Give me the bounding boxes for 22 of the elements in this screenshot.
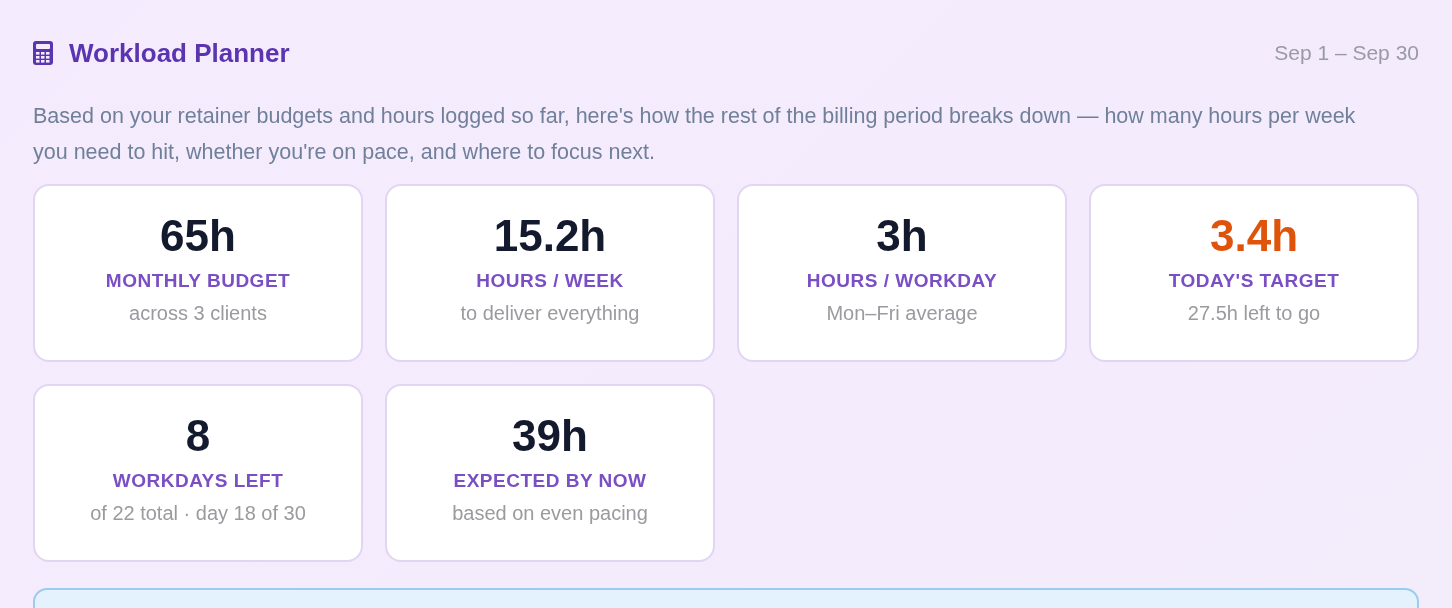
stat-note: across 3 clients [129, 302, 267, 325]
description: Based on your retainer budgets and hours logged so far, here's how the rest of the billing period breaks down — how many hours per week you need to hit, whether you're on pace, and where to focus next. [33, 103, 1357, 166]
stat-note: 27.5h left to go [1187, 302, 1321, 325]
date-range: Sep 1 – Sep 30 [1274, 41, 1419, 65]
stat-label: HOURS / WEEK [476, 270, 624, 292]
stat-value: 8 [185, 410, 211, 462]
stat-label: TODAY'S TARGET [1168, 270, 1340, 292]
stat-value: 15.2h [493, 210, 607, 262]
stat-label: EXPECTED BY NOW [453, 470, 647, 492]
calculator-icon [33, 41, 53, 65]
stat-label: WORKDAYS LEFT [112, 470, 284, 492]
stat-value: 3.4h [1209, 210, 1298, 262]
stat-value: 3h [876, 210, 928, 262]
panel-title: Workload Planner [69, 37, 290, 69]
stat-note: Mon–Fri average [826, 302, 978, 325]
stat-note: of 22 total · day 18 of 30 [90, 502, 306, 525]
stat-value: 39h [512, 410, 588, 462]
stat-note: based on even pacing [452, 502, 648, 525]
stat-note: to deliver everything [460, 302, 640, 325]
stat-label: MONTHLY BUDGET [105, 270, 291, 292]
stat-value: 65h [160, 210, 236, 262]
stat-label: HOURS / WORKDAY [806, 270, 998, 292]
